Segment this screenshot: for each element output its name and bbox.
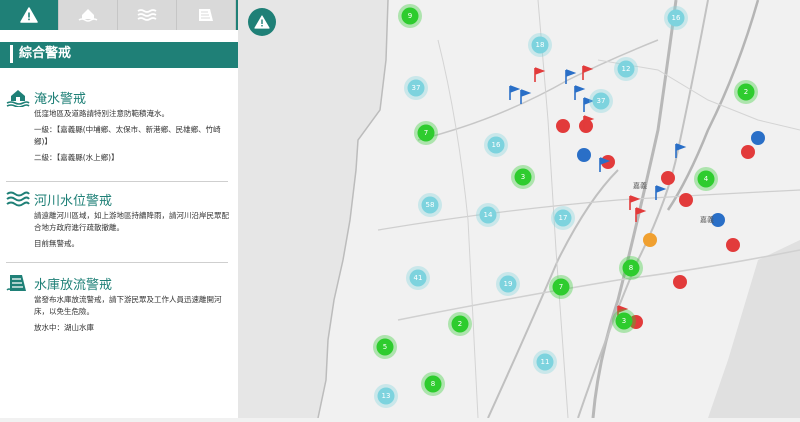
cluster-count: 9: [408, 12, 412, 20]
cluster-count: 2: [458, 320, 462, 328]
reservoir-dam-icon: [6, 275, 26, 291]
cluster-count: 58: [426, 201, 435, 209]
flood-warning-title: 淹水警戒: [34, 91, 87, 107]
river-status: 目前無警戒。: [34, 239, 79, 248]
tab-flood[interactable]: [59, 0, 118, 30]
alert-tabs: [0, 0, 238, 30]
flood-level1: 一級：【嘉義縣(中埔鄉、太保市、新港鄉、民雄鄉、竹崎鄉)】: [34, 125, 221, 146]
cluster-count: 3: [521, 173, 525, 181]
map-canvas[interactable]: 嘉義 嘉義 9 16 18 12 37 37 2 7 16 3 4 58 14 17 8 41 19 7 2 3 5 11…: [238, 0, 800, 419]
station-cluster[interactable]: 19: [496, 272, 520, 296]
cluster-count: 41: [414, 274, 423, 282]
station-cluster[interactable]: 4: [694, 167, 718, 191]
station-cluster[interactable]: 14: [476, 203, 500, 227]
tab-general-warning[interactable]: [0, 0, 59, 30]
reservoir-status: 放水中：湖山水庫: [34, 323, 94, 332]
station-cluster[interactable]: 17: [551, 206, 575, 230]
flood-level2: 二級：【嘉義縣(水上鄉)】: [34, 153, 119, 162]
cluster-count: 19: [504, 280, 513, 288]
cluster-count: 37: [412, 84, 421, 92]
river-waves-icon: [137, 9, 157, 21]
cluster-count: 18: [536, 41, 545, 49]
tab-river[interactable]: [118, 0, 177, 30]
station-cluster[interactable]: 16: [484, 133, 508, 157]
cluster-count: 11: [541, 358, 550, 366]
station-cluster[interactable]: 18: [528, 33, 552, 57]
cluster-count: 12: [622, 65, 631, 73]
river-warning-desc: 請遠離河川區域，如上游地區持續降雨，請河川沿岸民眾配合地方政府進行疏散撤離。: [34, 211, 229, 232]
cluster-count: 7: [424, 129, 428, 137]
cluster-count: 8: [629, 264, 633, 272]
reservoir-marker[interactable]: [577, 148, 591, 162]
flood-house-icon: [6, 90, 30, 107]
station-cluster[interactable]: 12: [614, 57, 638, 81]
cluster-count: 2: [744, 88, 748, 96]
station-cluster[interactable]: 13: [374, 384, 398, 408]
cluster-count: 7: [559, 283, 563, 291]
cluster-count: 37: [597, 97, 606, 105]
flood-alert-marker[interactable]: [741, 145, 755, 159]
flood-warning-section: 淹水警戒 低窪地區及道路請特別注意防範積淹水。 一級：【嘉義縣(中埔鄉、太保市、…: [0, 86, 238, 168]
station-cluster[interactable]: 2: [448, 312, 472, 336]
map-alert-toggle-button[interactable]: [248, 8, 276, 36]
river-warning-title: 河川水位警戒: [34, 193, 113, 209]
flood-alert-marker[interactable]: [673, 275, 687, 289]
river-warning-section: 河川水位警戒 請遠離河川區域，如上游地區持續降雨，請河川沿岸民眾配合地方政府進行…: [0, 188, 238, 254]
flood-alert-marker[interactable]: [661, 171, 675, 185]
station-cluster[interactable]: 58: [418, 193, 442, 217]
place-label: 嘉義: [700, 215, 714, 224]
station-cluster[interactable]: 7: [414, 121, 438, 145]
cluster-count: 5: [383, 343, 387, 351]
station-cluster[interactable]: 37: [404, 76, 428, 100]
station-cluster[interactable]: 7: [549, 275, 573, 299]
alert-sidebar: 綜合警戒 淹水警戒 低窪地區及道路請特別注意防範積淹水。 一級：【嘉義縣(中埔鄉…: [0, 0, 239, 418]
station-cluster[interactable]: 9: [398, 4, 422, 28]
cluster-count: 16: [492, 141, 501, 149]
divider: [6, 262, 228, 263]
cluster-count: 4: [704, 175, 709, 183]
place-label: 嘉義: [633, 181, 647, 190]
station-cluster[interactable]: 16: [664, 6, 688, 30]
river-waves-icon: [6, 191, 30, 207]
tab-reservoir[interactable]: [177, 0, 236, 30]
reservoir-warning-desc: 當發布水庫放流警戒，請下游民眾及工作人員迅速離開河床，以免生危險。: [34, 295, 222, 316]
flood-alert-marker[interactable]: [556, 119, 570, 133]
cluster-count: 13: [382, 392, 391, 400]
panel-title: 綜合警戒: [10, 45, 71, 63]
cluster-count: 8: [431, 380, 435, 388]
reservoir-dam-icon: [199, 9, 213, 21]
station-cluster[interactable]: 3: [511, 165, 535, 189]
station-cluster[interactable]: 11: [533, 350, 557, 374]
flood-house-icon: [78, 9, 98, 22]
flood-alert-marker[interactable]: [726, 238, 740, 252]
cluster-count: 3: [622, 317, 626, 325]
reservoir-marker[interactable]: [751, 131, 765, 145]
station-cluster[interactable]: 8: [421, 372, 445, 396]
reservoir-warning-section: 水庫放流警戒 當發布水庫放流警戒，請下游民眾及工作人員迅速離開河床，以免生危險。…: [0, 272, 238, 338]
warning-icon: [20, 7, 38, 23]
station-cluster[interactable]: 2: [734, 80, 758, 104]
station-cluster[interactable]: 5: [373, 335, 397, 359]
map-view[interactable]: 嘉義 嘉義 9 16 18 12 37 37 2 7 16 3 4 58 14 17 8 41 19 7 2 3 5 11…: [238, 0, 800, 419]
station-cluster[interactable]: 3: [612, 309, 636, 333]
warning-icon: [254, 15, 270, 29]
flood-alert-marker[interactable]: [643, 233, 657, 247]
station-cluster[interactable]: 8: [619, 256, 643, 280]
cluster-count: 14: [484, 211, 493, 219]
cluster-count: 16: [672, 14, 681, 22]
flood-warning-desc: 低窪地區及道路請特別注意防範積淹水。: [34, 109, 169, 118]
reservoir-warning-title: 水庫放流警戒: [34, 277, 113, 293]
cluster-count: 17: [559, 214, 568, 222]
flood-alert-marker[interactable]: [679, 193, 693, 207]
divider: [6, 181, 228, 182]
station-cluster[interactable]: 37: [589, 89, 613, 113]
station-cluster[interactable]: 41: [406, 266, 430, 290]
